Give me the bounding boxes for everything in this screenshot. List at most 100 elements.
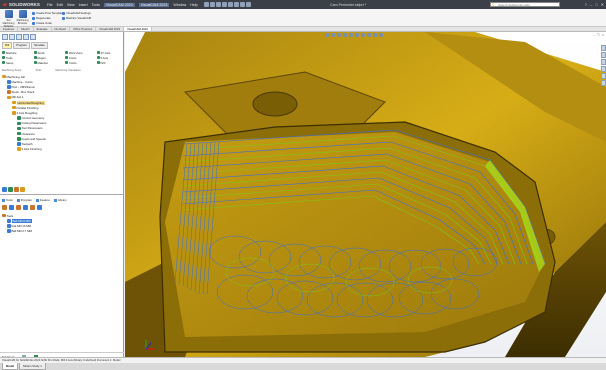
zoom-fit-icon[interactable] (325, 33, 329, 37)
graphics-viewport[interactable]: – ❐ ✕ (125, 32, 606, 357)
section-view-icon[interactable] (343, 33, 347, 37)
tab-office-products[interactable]: Office Products (70, 27, 97, 31)
scene-icon[interactable] (373, 33, 377, 37)
menu-help[interactable]: Help (190, 3, 197, 7)
tab-motion-study[interactable]: Motion Study 1 (19, 363, 46, 370)
zoom-area-icon[interactable] (331, 33, 335, 37)
menu-file[interactable]: File (47, 3, 53, 7)
open-icon[interactable] (209, 2, 215, 7)
tab-visualcam-b[interactable]: VisualCAM 2023 (124, 27, 152, 31)
tree-item[interactable]: Ball Mill 2.7 MM (2, 229, 32, 234)
menu-insert[interactable]: Insert (79, 3, 88, 7)
help-icon[interactable]: ? (585, 2, 587, 7)
previous-view-icon[interactable] (337, 33, 341, 37)
menu-visualcam-b[interactable]: VisualCAM 2023 (138, 2, 170, 7)
regen-button[interactable]: Regen (33, 56, 60, 60)
tab-dimxpert[interactable]: DimXpert (52, 27, 71, 31)
tools-button[interactable]: Tools (2, 56, 28, 60)
close-icon[interactable]: ✕ (601, 33, 604, 37)
file-explorer-icon[interactable] (601, 59, 606, 65)
display-style-icon[interactable] (355, 33, 359, 37)
appearances-icon[interactable] (601, 73, 606, 79)
minimize-icon[interactable]: – (593, 33, 595, 37)
4-axis-button[interactable]: 4 Axis (65, 61, 91, 65)
tab-mill[interactable]: Mill (2, 42, 13, 49)
app-logo[interactable]: ▰ SOLIDWORKS (0, 2, 43, 8)
material-button[interactable]: Material (33, 61, 60, 65)
info-icon[interactable] (20, 187, 25, 192)
tab-library[interactable]: Library (53, 198, 69, 202)
tab-evaluate[interactable]: Evaluate (34, 27, 52, 31)
minimize-icon[interactable]: – (590, 2, 592, 7)
machining-browser-button[interactable]: Machining Browser (16, 10, 29, 25)
5-axis-button[interactable]: 5 Axis (96, 56, 123, 60)
copy-tool-icon[interactable] (9, 205, 14, 210)
menu-view[interactable]: View (67, 3, 75, 7)
options-icon[interactable] (245, 2, 251, 7)
drill-button[interactable]: Drill (96, 61, 123, 65)
stock-button[interactable]: Stock (33, 51, 60, 55)
2-5-axis-button[interactable]: 2½ Axis (96, 51, 123, 55)
tab-features[interactable]: Features (0, 27, 19, 31)
maximize-icon[interactable]: □ (595, 2, 597, 7)
restore-icon[interactable]: ❐ (597, 33, 600, 37)
tree-item[interactable]: 3 Axis Finishing (2, 147, 122, 152)
save-tools-icon[interactable] (30, 205, 35, 210)
pane-divider[interactable] (0, 194, 124, 195)
tab-visualcam-a[interactable]: VisualCAM 2023 (96, 27, 125, 31)
hide-show-icon[interactable] (361, 33, 365, 37)
tree-item-label: Ball Mill 2.7 MM (11, 229, 32, 234)
tab-program-lower[interactable]: Program (16, 198, 34, 202)
pane-tabs (2, 34, 36, 40)
setup-button[interactable]: Setup (2, 61, 28, 65)
select-icon[interactable] (233, 2, 239, 7)
tab-program[interactable]: Program (13, 42, 30, 49)
machine-button[interactable]: Machine (2, 51, 28, 55)
resources-icon[interactable] (601, 45, 606, 51)
new-tool-icon[interactable] (2, 205, 7, 210)
create-code-button[interactable]: Create Code (32, 21, 52, 25)
close-icon[interactable]: ✕ (601, 2, 604, 7)
edit-tool-icon[interactable] (16, 205, 21, 210)
dimxpert-icon[interactable] (23, 34, 29, 40)
folder-icon[interactable] (14, 187, 19, 192)
work-zone-button[interactable]: Work Zone (65, 51, 91, 55)
appearance-icon[interactable] (367, 33, 371, 37)
new-icon[interactable] (203, 2, 209, 7)
print-icon[interactable] (221, 2, 227, 7)
view-palette-icon[interactable] (601, 66, 606, 72)
3-axis-button[interactable]: 3 Axis (65, 56, 91, 60)
tab-feature[interactable]: Feature (35, 198, 52, 202)
tree-item-label: Control Geometry (21, 116, 45, 121)
search-input[interactable]: ⚲ Search Solidworks Help (490, 2, 560, 7)
settings-icon[interactable] (2, 187, 7, 192)
delete-tool-icon[interactable] (23, 205, 28, 210)
tab-simulate[interactable]: Simulate (30, 42, 48, 49)
property-icon[interactable] (9, 34, 15, 40)
tab-tools[interactable]: Tools (2, 198, 15, 202)
tab-model[interactable]: Model (2, 363, 19, 370)
rebuild-icon[interactable] (239, 2, 245, 7)
load-tools-icon[interactable] (37, 205, 42, 210)
menu-visualcam-a[interactable]: VisualCAM 2023 (103, 2, 135, 7)
feature-tree-icon[interactable] (2, 34, 8, 40)
undo-icon[interactable] (227, 2, 233, 7)
view-orientation-icon[interactable] (349, 33, 353, 37)
menu-edit[interactable]: Edit (57, 3, 63, 7)
create-post-templates-button[interactable]: Create Post Templates (32, 11, 64, 15)
regenerate-button[interactable]: Regenerate (32, 16, 51, 20)
display-icon[interactable] (30, 34, 36, 40)
machine-visualcam-button[interactable]: Machine VisualCAM (62, 16, 91, 20)
tab-sketch[interactable]: Sketch (18, 27, 34, 31)
menu-tools[interactable]: Tools (92, 3, 100, 7)
visualcam-settings-button[interactable]: VisualCAM Settings (62, 11, 91, 15)
design-library-icon[interactable] (601, 52, 606, 58)
save-icon[interactable] (215, 2, 221, 7)
view-settings-icon[interactable] (379, 33, 383, 37)
heads-up-view-toolbar (325, 33, 383, 37)
menu-window[interactable]: Window (173, 3, 186, 7)
custom-properties-icon[interactable] (601, 80, 606, 86)
refresh-icon[interactable] (8, 187, 13, 192)
config-icon[interactable] (16, 34, 22, 40)
set-defaults-button[interactable]: Set Machining Defaults (2, 10, 15, 28)
